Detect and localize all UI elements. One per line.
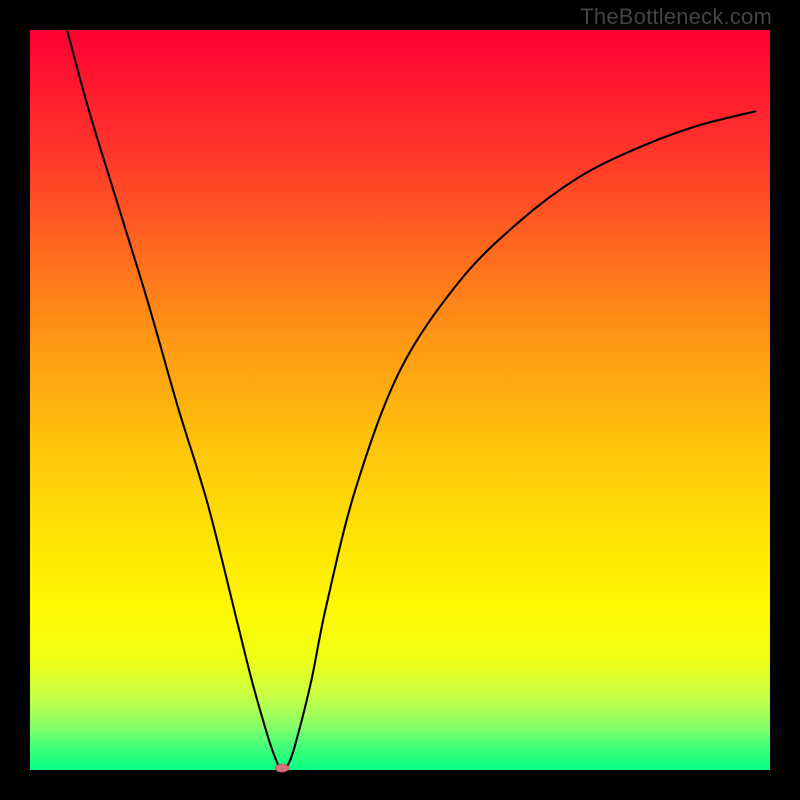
bottleneck-curve-path [67, 30, 755, 770]
curve-layer [30, 30, 770, 770]
watermark-text: TheBottleneck.com [580, 4, 772, 30]
chart-frame: TheBottleneck.com [0, 0, 800, 800]
minimum-marker [275, 764, 289, 773]
